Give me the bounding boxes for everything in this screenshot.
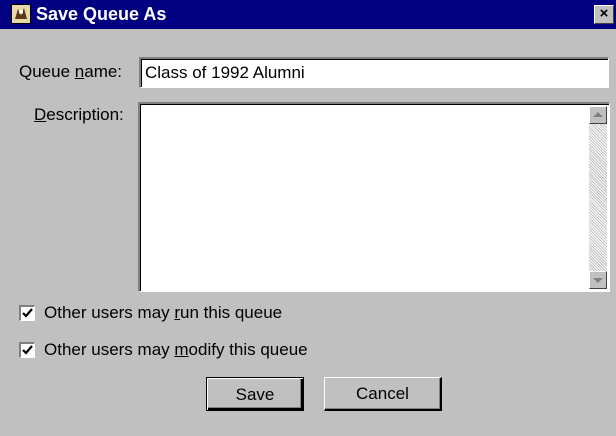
cancel-button[interactable]: Cancel bbox=[324, 377, 442, 411]
title-bar[interactable]: Save Queue As × bbox=[0, 0, 616, 29]
arrow-down-icon bbox=[593, 278, 603, 283]
run-queue-label[interactable]: Other users may run this queue bbox=[44, 303, 282, 323]
description-textarea[interactable] bbox=[138, 102, 610, 292]
description-label: Description: bbox=[34, 105, 124, 124]
run-queue-checkbox[interactable] bbox=[19, 305, 35, 321]
checkmark-icon bbox=[22, 345, 33, 355]
modify-queue-label[interactable]: Other users may modify this queue bbox=[44, 340, 308, 360]
queue-name-label: Queue name: bbox=[19, 62, 123, 81]
scroll-up-button[interactable] bbox=[589, 106, 607, 124]
window-title: Save Queue As bbox=[36, 4, 167, 24]
queue-app-icon bbox=[11, 4, 31, 24]
queue-name-input[interactable] bbox=[139, 57, 609, 88]
save-button[interactable]: Save bbox=[206, 377, 304, 411]
arrow-up-icon bbox=[593, 112, 603, 117]
checkmark-icon bbox=[22, 308, 33, 318]
scroll-down-button[interactable] bbox=[589, 271, 607, 289]
close-button[interactable]: × bbox=[594, 5, 614, 24]
modify-queue-checkbox[interactable] bbox=[19, 342, 35, 358]
description-scrollbar[interactable] bbox=[589, 106, 607, 289]
